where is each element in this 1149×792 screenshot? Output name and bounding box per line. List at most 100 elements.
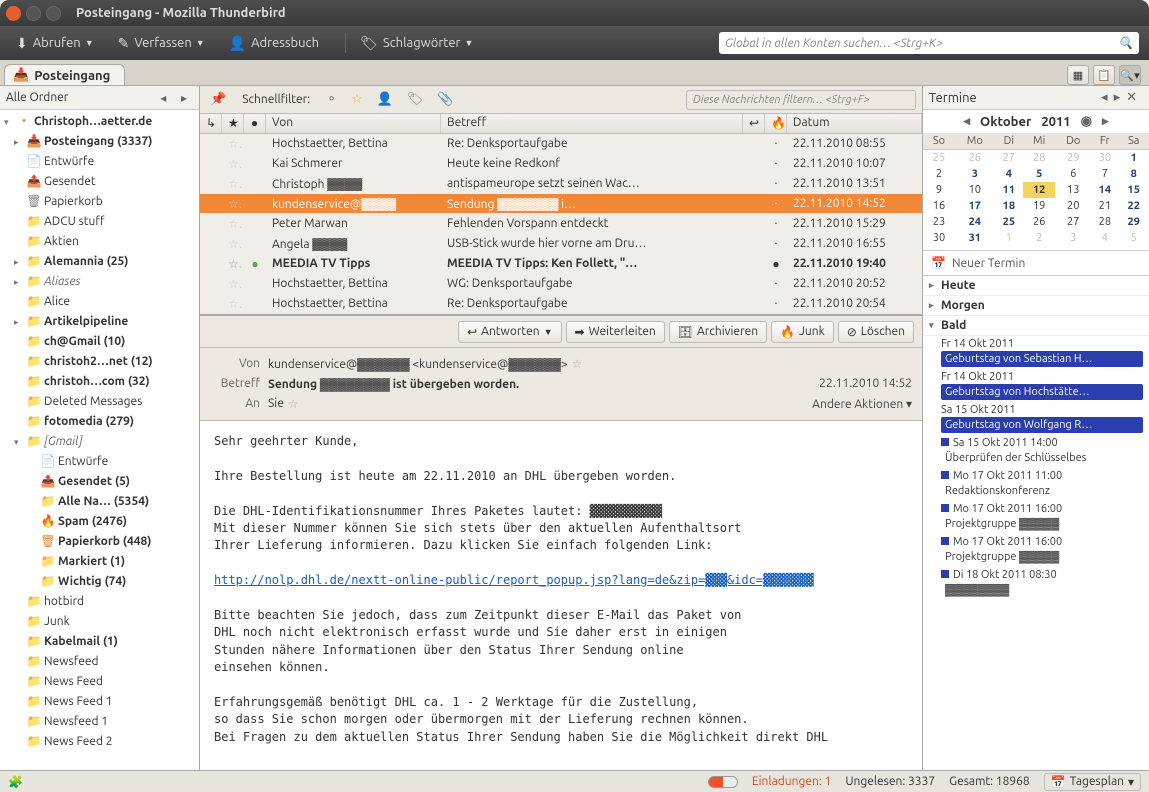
- star-filter-icon[interactable]: ☆: [347, 90, 367, 109]
- calendar-day[interactable]: 2: [923, 166, 955, 182]
- calendar-day[interactable]: 26: [1023, 214, 1055, 230]
- invitations-count[interactable]: Einladungen: 1: [752, 775, 831, 788]
- folder-item[interactable]: 🗑Papierkorb: [0, 192, 199, 212]
- junk-button[interactable]: 🔥Junk: [771, 321, 834, 343]
- folder-item[interactable]: 📁News Feed 2: [0, 732, 199, 752]
- agenda-item[interactable]: Fr 14 Okt 2011Geburtstag von Hochstätte…: [923, 369, 1149, 402]
- calendar-day[interactable]: 21: [1091, 198, 1118, 214]
- calendar-day[interactable]: 30: [923, 230, 955, 246]
- calendar-day[interactable]: 2: [1023, 230, 1055, 246]
- date-column-header[interactable]: Datum: [787, 114, 922, 133]
- tag-filter-icon[interactable]: 🏷: [403, 90, 428, 109]
- calendar-day[interactable]: 20: [1055, 198, 1091, 214]
- star-icon[interactable]: ☆: [288, 397, 299, 411]
- addressbook-button[interactable]: 👤Adressbuch: [223, 32, 325, 55]
- message-row[interactable]: ☆Peter MarwanFehlenden Vorspann entdeckt…: [200, 214, 922, 234]
- calendar-day[interactable]: 4: [1091, 230, 1118, 246]
- online-toggle[interactable]: [708, 776, 738, 788]
- tracking-link[interactable]: http://nolp.dhl.de/nextt-online-public/r…: [214, 573, 814, 587]
- agenda-section[interactable]: ▾ Bald: [923, 316, 1149, 336]
- message-row[interactable]: ☆kundenservice@▓▓▓▓Sendung ▓▓▓▓▓▓▓ i…·22…: [200, 194, 922, 214]
- quickfilter-input[interactable]: Diese Nachrichten filtern… <Strg+F>: [686, 90, 916, 110]
- delete-button[interactable]: ⊘Löschen: [838, 321, 914, 343]
- subject-column-header[interactable]: Betreff: [441, 114, 743, 133]
- compose-button[interactable]: ✎Verfassen▼: [112, 32, 211, 55]
- calendar-day[interactable]: 16: [923, 198, 955, 214]
- agenda-item[interactable]: Di 18 Okt 2011 08:30▓▓▓▓▓▓▓▓: [923, 567, 1149, 600]
- tags-button[interactable]: 🏷Schlagwörter▼: [354, 32, 479, 55]
- star-column[interactable]: ★: [222, 114, 244, 133]
- calendar-day[interactable]: 25: [995, 214, 1024, 230]
- calendar-day[interactable]: 6: [1055, 166, 1091, 182]
- reply-column[interactable]: ↩: [743, 114, 765, 133]
- message-row[interactable]: ☆Hochstaetter, BettinaRe: Denksportaufga…: [200, 294, 922, 314]
- archive-button[interactable]: 🗄Archivieren: [669, 321, 767, 343]
- reply-button[interactable]: ↩Antworten▼: [458, 321, 561, 343]
- other-actions-button[interactable]: Andere Aktionen ▾: [812, 397, 912, 411]
- calendar-day[interactable]: 11: [995, 182, 1024, 198]
- view-toggle-2[interactable]: 📋: [1093, 65, 1115, 85]
- folder-item[interactable]: 📁Wichtig (74): [0, 572, 199, 592]
- message-row[interactable]: ☆Hochstaetter, BettinaWG: Denksportaufga…: [200, 274, 922, 294]
- agenda-item[interactable]: Mo 17 Okt 2011 11:00Redaktionskonferenz: [923, 468, 1149, 501]
- calendar-day[interactable]: 4: [995, 166, 1024, 182]
- folder-item[interactable]: 📁ch@Gmail (10): [0, 332, 199, 352]
- agenda-list[interactable]: ▸ Heute▸ Morgen▾ BaldFr 14 Okt 2011Gebur…: [923, 276, 1149, 770]
- folder-item[interactable]: ▸📁Artikelpipeline: [0, 312, 199, 332]
- folder-item[interactable]: 📁hotbird: [0, 592, 199, 612]
- new-event-button[interactable]: 📅 Neuer Termin: [923, 250, 1149, 276]
- folder-tree[interactable]: ▾•Christoph…aetter.de▸📥Posteingang (3337…: [0, 110, 199, 770]
- calendar-day[interactable]: 18: [995, 198, 1024, 214]
- junk-column[interactable]: 🔥: [765, 114, 787, 133]
- next-icon[interactable]: ▸: [1114, 90, 1127, 104]
- message-row[interactable]: ☆Christoph ▓▓▓▓antispameurope setzt sein…: [200, 174, 922, 194]
- folder-item[interactable]: 📁ADCU stuff: [0, 212, 199, 232]
- folder-item[interactable]: 📁News Feed 1: [0, 692, 199, 712]
- calendar-day[interactable]: 10: [955, 182, 995, 198]
- agenda-section[interactable]: ▸ Morgen: [923, 296, 1149, 316]
- view-toggle-1[interactable]: ▦: [1067, 65, 1089, 85]
- folder-item[interactable]: 📁Newsfeed: [0, 652, 199, 672]
- window-minimize-button[interactable]: [26, 6, 41, 21]
- folder-nav-arrows[interactable]: ◂ ▸: [160, 91, 193, 105]
- message-row[interactable]: ☆Hochstaetter, BettinaRe: Denksportaufga…: [200, 134, 922, 154]
- fetch-button[interactable]: ⬇Abrufen▼: [10, 32, 100, 55]
- calendar-day[interactable]: 22: [1118, 198, 1149, 214]
- calendar-day[interactable]: 1: [1118, 150, 1149, 167]
- folder-item[interactable]: 📤Gesendet: [0, 172, 199, 192]
- agenda-section[interactable]: ▸ Heute: [923, 276, 1149, 296]
- folder-item[interactable]: 📁Aktien: [0, 232, 199, 252]
- agenda-item[interactable]: Mo 17 Okt 2011 16:00Projektgruppe ▓▓▓▓▓: [923, 534, 1149, 567]
- folder-item[interactable]: ▸📥Posteingang (3337): [0, 132, 199, 152]
- calendar-day[interactable]: 3: [955, 166, 995, 182]
- calendar-day[interactable]: 9: [923, 182, 955, 198]
- read-column[interactable]: ●: [244, 114, 266, 133]
- calendar-day[interactable]: 12: [1023, 182, 1055, 198]
- calendar-day[interactable]: 27: [1055, 214, 1091, 230]
- tab-inbox[interactable]: 📥 Posteingang: [4, 64, 125, 85]
- message-row[interactable]: ☆Angela ▓▓▓▓USB-Stick wurde hier vorne a…: [200, 234, 922, 254]
- attachment-filter-icon[interactable]: 📎: [433, 90, 457, 109]
- agenda-item[interactable]: Sa 15 Okt 2011 14:00Überprüfen der Schlü…: [923, 435, 1149, 468]
- folder-item[interactable]: 📁Deleted Messages: [0, 392, 199, 412]
- folder-item[interactable]: 📁Junk: [0, 612, 199, 632]
- folder-item[interactable]: 📁Kabelmail (1): [0, 632, 199, 652]
- calendar-day[interactable]: 5: [1118, 230, 1149, 246]
- calendar-day[interactable]: 3: [1055, 230, 1091, 246]
- folder-item[interactable]: 📁Newsfeed 1: [0, 712, 199, 732]
- calendar-day[interactable]: 25: [923, 150, 955, 167]
- message-list[interactable]: ☆Hochstaetter, BettinaRe: Denksportaufga…: [200, 134, 922, 314]
- folder-item[interactable]: ▸📁Aliases: [0, 272, 199, 292]
- message-body[interactable]: Sehr geehrter Kunde, Ihre Bestellung ist…: [200, 421, 922, 770]
- pin-icon[interactable]: 📌: [206, 90, 230, 109]
- agenda-item[interactable]: Fr 14 Okt 2011Geburtstag von Sebastian H…: [923, 336, 1149, 369]
- forward-button[interactable]: ➡Weiterleiten: [566, 321, 665, 343]
- calendar-day[interactable]: 17: [955, 198, 995, 214]
- calendar-day[interactable]: 28: [1023, 150, 1055, 167]
- unread-filter-icon[interactable]: ⚬: [322, 90, 341, 109]
- calendar-day[interactable]: 29: [1055, 150, 1091, 167]
- folder-item[interactable]: 🗑Papierkorb (448): [0, 532, 199, 552]
- folder-item[interactable]: 📁fotomedia (279): [0, 412, 199, 432]
- folder-item[interactable]: 📄Entwürfe: [0, 452, 199, 472]
- folder-item[interactable]: ▸📁Alemannia (25): [0, 252, 199, 272]
